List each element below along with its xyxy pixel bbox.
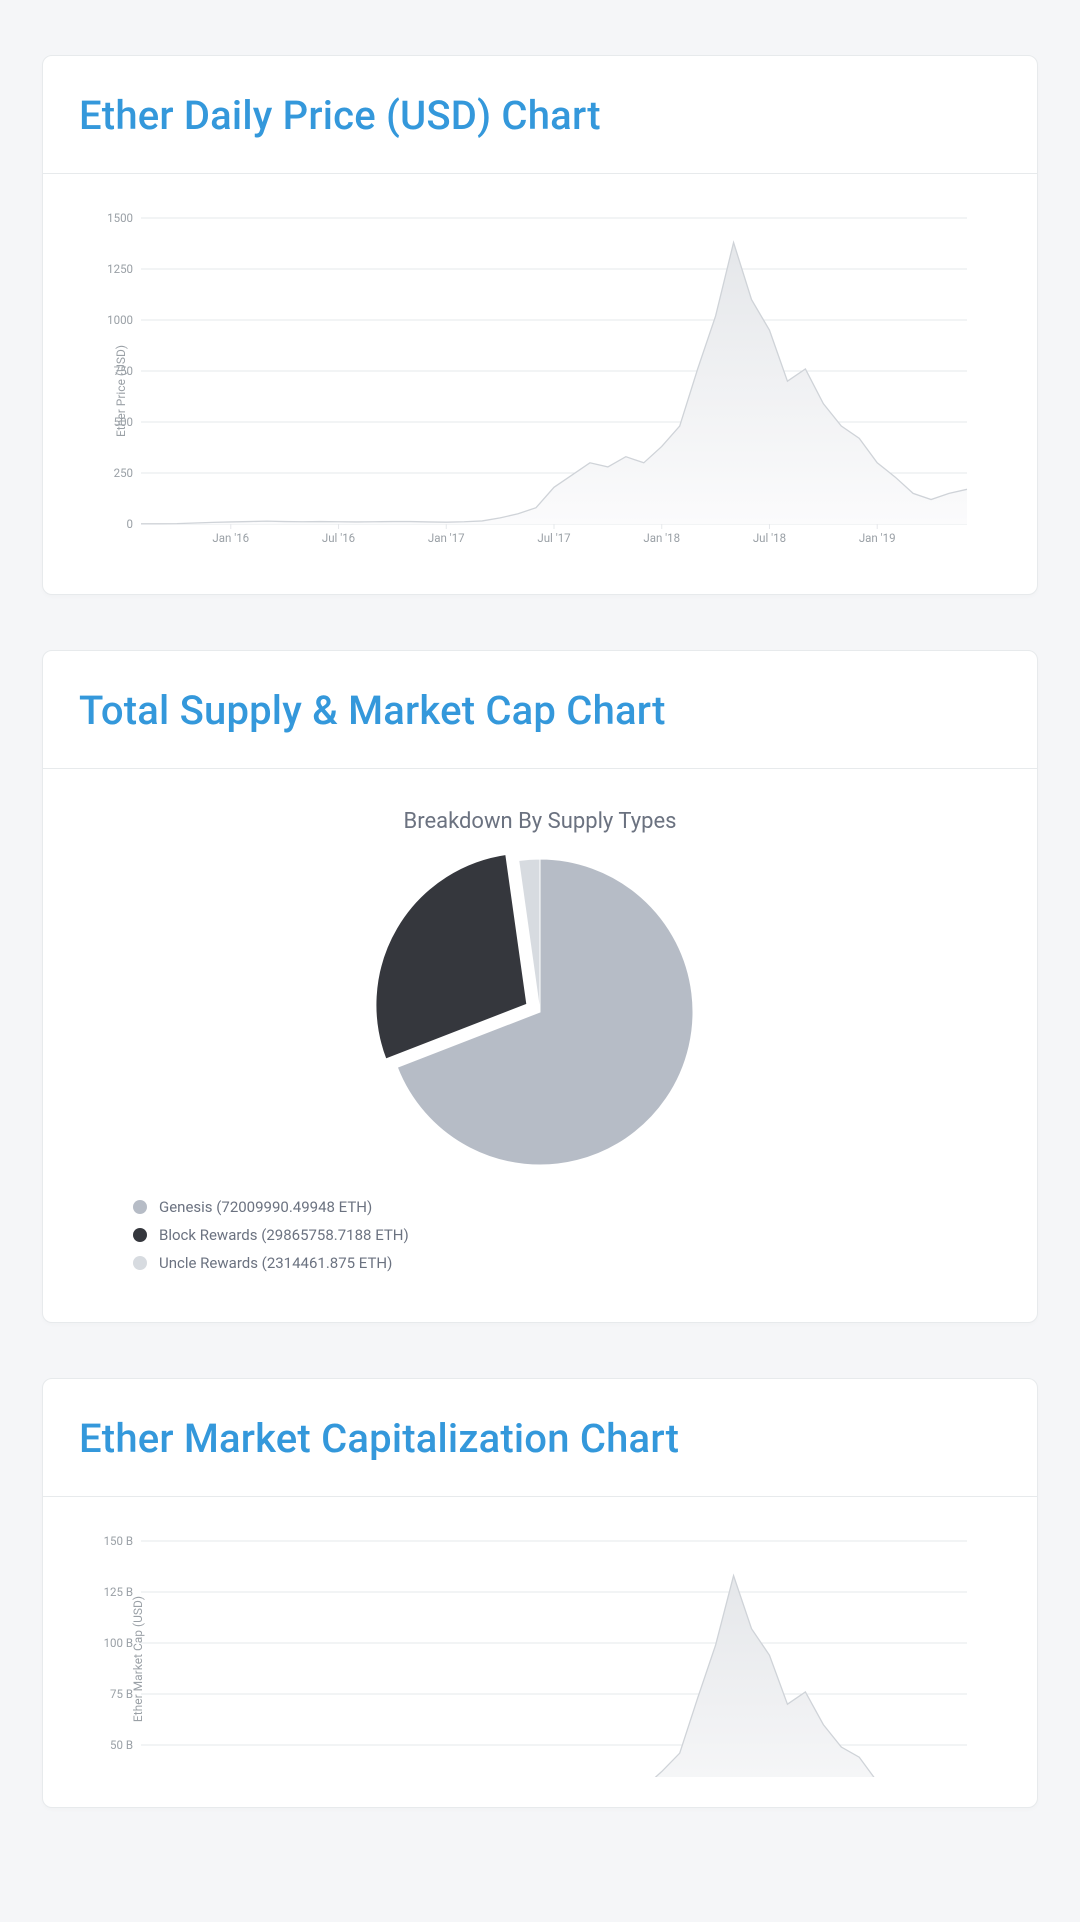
supply-pie-chart (79, 842, 1001, 1172)
price-card: Ether Daily Price (USD) Chart Ether Pric… (42, 55, 1038, 595)
card-header: Ether Daily Price (USD) Chart (43, 56, 1037, 174)
svg-text:75 B: 75 B (110, 1687, 133, 1701)
mcap-card: Ether Market Capitalization Chart Ether … (42, 1378, 1038, 1808)
svg-text:1000: 1000 (107, 313, 133, 327)
svg-text:125 B: 125 B (104, 1585, 133, 1599)
svg-text:150 B: 150 B (104, 1534, 133, 1548)
svg-text:Jul '16: Jul '16 (322, 531, 355, 545)
svg-text:100 B: 100 B (104, 1636, 133, 1650)
svg-text:1250: 1250 (107, 262, 133, 276)
mcap-chart-title-link[interactable]: Ether Market Capitalization Chart (79, 1415, 679, 1462)
svg-text:250: 250 (114, 466, 133, 480)
legend-label: Uncle Rewards (2314461.875 ETH) (159, 1254, 392, 1272)
pie-legend: Genesis (72009990.49948 ETH) Block Rewar… (133, 1198, 1001, 1282)
legend-item-block: Block Rewards (29865758.7188 ETH) (133, 1226, 493, 1244)
supply-chart-title-link[interactable]: Total Supply & Market Cap Chart (79, 687, 666, 734)
supply-card: Total Supply & Market Cap Chart Breakdow… (42, 650, 1038, 1323)
price-chart: Ether Price (USD) 0250500750100012501500… (79, 204, 1001, 564)
price-chart-title-link[interactable]: Ether Daily Price (USD) Chart (79, 92, 601, 139)
legend-swatch-icon (133, 1228, 147, 1242)
mcap-chart: Ether Market Cap (USD) 50 B 75 B 100 B 125 … (79, 1527, 1001, 1777)
svg-text:1500: 1500 (107, 211, 133, 225)
svg-text:50 B: 50 B (110, 1738, 133, 1752)
legend-item-genesis: Genesis (72009990.49948 ETH) (133, 1198, 493, 1216)
svg-text:Jul '17: Jul '17 (537, 531, 570, 545)
mcap-y-axis-label: Ether Market Cap (USD) (131, 1596, 145, 1722)
price-y-axis-label: Ether Price (USD) (114, 345, 128, 437)
svg-text:Jan '16: Jan '16 (212, 531, 249, 545)
svg-text:Jul '18: Jul '18 (753, 531, 786, 545)
legend-label: Block Rewards (29865758.7188 ETH) (159, 1226, 409, 1244)
svg-text:Jan '18: Jan '18 (643, 531, 680, 545)
card-header: Ether Market Capitalization Chart (43, 1379, 1037, 1497)
legend-swatch-icon (133, 1256, 147, 1270)
pie-subtitle: Breakdown By Supply Types (79, 809, 1001, 834)
svg-text:Jan '19: Jan '19 (859, 531, 896, 545)
svg-text:0: 0 (127, 517, 133, 531)
legend-swatch-icon (133, 1200, 147, 1214)
legend-label: Genesis (72009990.49948 ETH) (159, 1198, 372, 1216)
svg-text:Jan '17: Jan '17 (428, 531, 465, 545)
card-header: Total Supply & Market Cap Chart (43, 651, 1037, 769)
legend-item-uncle: Uncle Rewards (2314461.875 ETH) (133, 1254, 493, 1272)
